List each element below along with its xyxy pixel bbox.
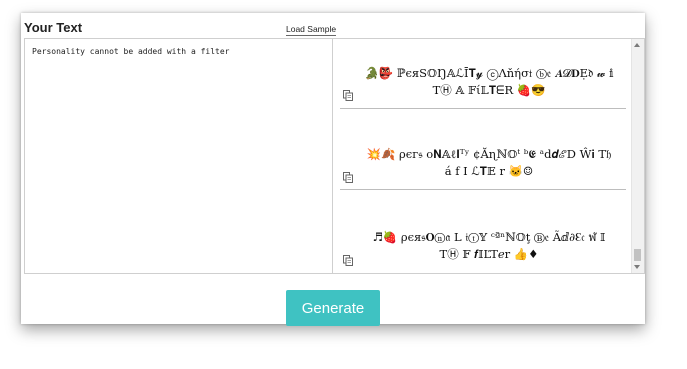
load-sample-link[interactable]: Load Sample [286,24,337,36]
copy-icon[interactable] [343,90,353,101]
result-line: 🐊👺 ℙєяЅ𝕆Ŋ𝔸ℒĪ𝐓𝔂 ⓒΛňήσ𝔱 ⓑ𝔢 𝑨𝓓𝐃Ẹ𝔡 𝔀 𝕚 [364,66,614,80]
result-line: ♬🍓 ρєя𝔰𝐎ⓝ𝔞 L 𝔦ⓣ𝕐 ᶜªⁿℕ𝕆ţ Ⓑ𝔢 Ãⅆ∂ℇ𝔠 ฬ 𝕀 [372,230,606,244]
scrollbar-thumb[interactable] [634,249,641,261]
result-line: 💥🍂 ρєг𝔰 o𝐍𝔸ℓ𝐈ᵀʸ ¢Ăɳℕ𝕆ᵗ ᵇ𝕰 ᵃd𝒅ℰD Ŵ𝐢 T𝔥 [366,147,612,161]
result-item: ♬🍓 ρєя𝔰𝐎ⓝ𝔞 L 𝔦ⓣ𝕐 ᶜªⁿℕ𝕆ţ Ⓑ𝔢 Ãⅆ∂ℇ𝔠 ฬ 𝕀 TⒽ … [340,189,626,273]
results-list[interactable]: 🐊👺 ℙєяЅ𝕆Ŋ𝔸ℒĪ𝐓𝔂 ⓒΛňήσ𝔱 ⓑ𝔢 𝑨𝓓𝐃Ẹ𝔡 𝔀 𝕚 TⒽ 𝔸 … [334,39,631,273]
generate-button[interactable]: Generate [286,290,380,326]
result-item: 💥🍂 ρєг𝔰 o𝐍𝔸ℓ𝐈ᵀʸ ¢Ăɳℕ𝕆ᵗ ᵇ𝕰 ᵃd𝒅ℰD Ŵ𝐢 T𝔥 á … [340,108,626,190]
text-input[interactable]: Personality cannot be added with a filte… [25,39,333,273]
result-text: ♬🍓 ρєя𝔰𝐎ⓝ𝔞 L 𝔦ⓣ𝕐 ᶜªⁿℕ𝕆ţ Ⓑ𝔢 Ãⅆ∂ℇ𝔠 ฬ 𝕀 TⒽ … [354,229,624,263]
generator-card: Your Text Load Sample Personality cannot… [21,13,645,326]
editor-panel: Personality cannot be added with a filte… [24,38,645,274]
scroll-down-arrow-icon[interactable] [634,265,640,269]
scroll-up-arrow-icon[interactable] [634,43,640,47]
result-item: 🐊👺 ℙєяЅ𝕆Ŋ𝔸ℒĪ𝐓𝔂 ⓒΛňήσ𝔱 ⓑ𝔢 𝑨𝓓𝐃Ẹ𝔡 𝔀 𝕚 TⒽ 𝔸 … [340,39,626,109]
your-text-heading: Your Text [24,20,83,35]
result-line: á f I ℒ𝐓𝔼 r 🐱☺ [444,164,534,178]
copy-icon[interactable] [343,255,353,266]
result-text: 🐊👺 ℙєяЅ𝕆Ŋ𝔸ℒĪ𝐓𝔂 ⓒΛňήσ𝔱 ⓑ𝔢 𝑨𝓓𝐃Ẹ𝔡 𝔀 𝕚 TⒽ 𝔸 … [354,65,624,99]
result-line: TⒽ 𝔽 𝒇𝕀ĽT𝑒r 👍♦ [439,247,539,261]
result-line: TⒽ 𝔸 𝔽ί𝕃𝐓ᗴR 🍓😎 [432,83,546,97]
results-scrollbar[interactable] [631,39,644,273]
copy-icon[interactable] [343,172,353,183]
result-text: 💥🍂 ρєг𝔰 o𝐍𝔸ℓ𝐈ᵀʸ ¢Ăɳℕ𝕆ᵗ ᵇ𝕰 ᵃd𝒅ℰD Ŵ𝐢 T𝔥 á … [354,146,624,180]
